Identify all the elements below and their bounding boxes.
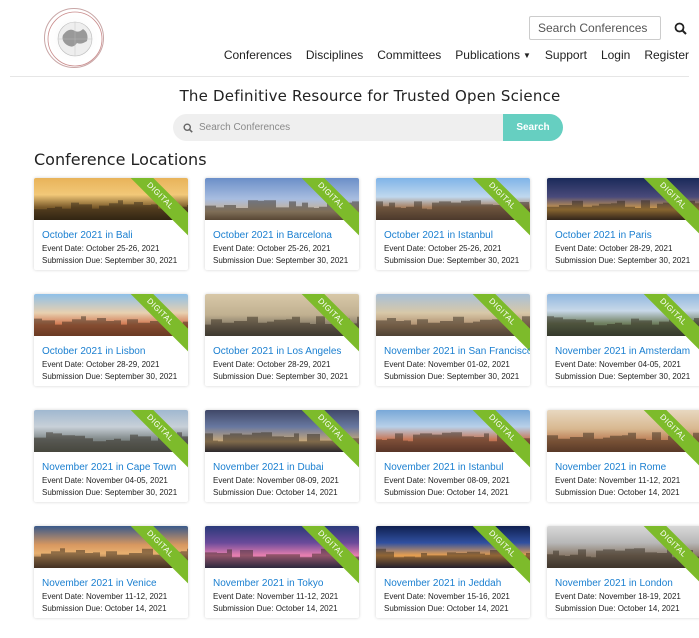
conference-title[interactable]: November 2021 in Dubai bbox=[213, 462, 324, 473]
event-date: Event Date: November 15-16, 2021 bbox=[384, 592, 510, 601]
event-date: Event Date: November 08-09, 2021 bbox=[384, 476, 510, 485]
conference-card[interactable]: DIGITAL November 2021 in Amsterdam Event D… bbox=[547, 294, 699, 386]
submission-due: Submission Due: October 14, 2021 bbox=[213, 604, 338, 613]
conference-card[interactable]: DIGITAL November 2021 in Istanbul Event Da… bbox=[376, 410, 530, 502]
event-date: Event Date: November 04-05, 2021 bbox=[555, 360, 681, 369]
conference-title[interactable]: November 2021 in Istanbul bbox=[384, 462, 504, 473]
conference-card[interactable]: DIGITAL November 2021 in Rome Event Date: … bbox=[547, 410, 699, 502]
submission-due: Submission Due: September 30, 2021 bbox=[555, 256, 691, 265]
submission-due: Submission Due: October 14, 2021 bbox=[555, 604, 680, 613]
nav-register[interactable]: Register bbox=[644, 48, 689, 62]
submission-due: Submission Due: September 30, 2021 bbox=[384, 256, 520, 265]
submission-due: Submission Due: September 30, 2021 bbox=[384, 372, 520, 381]
conference-card[interactable]: DIGITAL November 2021 in Dubai Event Date:… bbox=[205, 410, 359, 502]
event-date: Event Date: November 11-12, 2021 bbox=[42, 592, 168, 601]
nav-disciplines[interactable]: Disciplines bbox=[306, 48, 363, 62]
conference-title[interactable]: November 2021 in Tokyo bbox=[213, 578, 323, 589]
hero-search-input[interactable] bbox=[197, 121, 481, 134]
main-nav: Conferences Disciplines Committees Publi… bbox=[224, 48, 689, 62]
submission-due: Submission Due: September 30, 2021 bbox=[213, 372, 349, 381]
event-date: Event Date: November 08-09, 2021 bbox=[213, 476, 339, 485]
conference-title[interactable]: October 2021 in Lisbon bbox=[42, 346, 145, 357]
hero-search-box bbox=[173, 114, 504, 141]
conference-card[interactable]: DIGITAL November 2021 in Venice Event Date… bbox=[34, 526, 188, 618]
conference-title[interactable]: November 2021 in Amsterdam bbox=[555, 346, 690, 357]
conference-grid: DIGITAL October 2021 in Bali Event Date: O… bbox=[34, 178, 699, 638]
conference-title[interactable]: October 2021 in Paris bbox=[555, 230, 652, 241]
conference-title[interactable]: November 2021 in Venice bbox=[42, 578, 157, 589]
conference-title[interactable]: October 2021 in Istanbul bbox=[384, 230, 493, 241]
event-date: Event Date: October 25-26, 2021 bbox=[42, 244, 160, 253]
conference-card[interactable]: DIGITAL October 2021 in Paris Event Date: … bbox=[547, 178, 699, 270]
conference-card[interactable]: DIGITAL November 2021 in Cape Town Event D… bbox=[34, 410, 188, 502]
nav-publications-label: Publications bbox=[455, 48, 520, 62]
conference-title[interactable]: November 2021 in Cape Town bbox=[42, 462, 176, 473]
submission-due: Submission Due: October 14, 2021 bbox=[213, 488, 338, 497]
conference-card[interactable]: DIGITAL November 2021 in Jeddah Event Date… bbox=[376, 526, 530, 618]
event-date: Event Date: November 11-12, 2021 bbox=[213, 592, 339, 601]
conference-title[interactable]: November 2021 in Jeddah bbox=[384, 578, 501, 589]
submission-due: Submission Due: September 30, 2021 bbox=[555, 372, 691, 381]
event-date: Event Date: October 28-29, 2021 bbox=[42, 360, 160, 369]
header-divider bbox=[10, 76, 689, 77]
event-date: Event Date: October 28-29, 2021 bbox=[555, 244, 673, 253]
conference-card[interactable]: DIGITAL October 2021 in Barcelona Event Da… bbox=[205, 178, 359, 270]
nav-support[interactable]: Support bbox=[545, 48, 587, 62]
submission-due: Submission Due: September 30, 2021 bbox=[42, 256, 178, 265]
conference-card[interactable]: DIGITAL November 2021 in London Event Date… bbox=[547, 526, 699, 618]
event-date: Event Date: November 04-05, 2021 bbox=[42, 476, 168, 485]
conference-card[interactable]: DIGITAL October 2021 in Los Angeles Event … bbox=[205, 294, 359, 386]
search-icon bbox=[183, 122, 193, 133]
search-icon bbox=[674, 22, 687, 35]
page-headline: The Definitive Resource for Trusted Open… bbox=[179, 87, 561, 105]
event-date: Event Date: October 25-26, 2021 bbox=[384, 244, 502, 253]
event-date: Event Date: October 28-29, 2021 bbox=[213, 360, 331, 369]
header-search-button[interactable] bbox=[666, 16, 694, 40]
conference-title[interactable]: November 2021 in London bbox=[555, 578, 673, 589]
submission-due: Submission Due: September 30, 2021 bbox=[213, 256, 349, 265]
section-title: Conference Locations bbox=[34, 150, 207, 169]
conference-title[interactable]: November 2021 in Rome bbox=[555, 462, 666, 473]
nav-conferences[interactable]: Conferences bbox=[224, 48, 292, 62]
conference-title[interactable]: November 2021 in San Francisco bbox=[384, 346, 530, 357]
submission-due: Submission Due: October 14, 2021 bbox=[42, 604, 167, 613]
caret-down-icon: ▼ bbox=[522, 51, 531, 61]
conference-card[interactable]: DIGITAL November 2021 in Tokyo Event Date:… bbox=[205, 526, 359, 618]
submission-due: Submission Due: September 30, 2021 bbox=[42, 488, 178, 497]
event-date: Event Date: November 18-19, 2021 bbox=[555, 592, 681, 601]
site-logo[interactable] bbox=[44, 8, 104, 68]
nav-committees[interactable]: Committees bbox=[377, 48, 441, 62]
submission-due: Submission Due: September 30, 2021 bbox=[42, 372, 178, 381]
hero-search-button[interactable]: Search bbox=[503, 114, 563, 141]
nav-login[interactable]: Login bbox=[601, 48, 630, 62]
submission-due: Submission Due: October 14, 2021 bbox=[384, 488, 509, 497]
conference-title[interactable]: October 2021 in Barcelona bbox=[213, 230, 332, 241]
submission-due: Submission Due: October 14, 2021 bbox=[384, 604, 509, 613]
conference-card[interactable]: DIGITAL November 2021 in San Francisco Eve… bbox=[376, 294, 530, 386]
conference-title[interactable]: October 2021 in Bali bbox=[42, 230, 133, 241]
submission-due: Submission Due: October 14, 2021 bbox=[555, 488, 680, 497]
conference-title[interactable]: October 2021 in Los Angeles bbox=[213, 346, 341, 357]
event-date: Event Date: November 11-12, 2021 bbox=[555, 476, 681, 485]
globe-icon bbox=[47, 11, 103, 67]
conference-card[interactable]: DIGITAL October 2021 in Bali Event Date: O… bbox=[34, 178, 188, 270]
event-date: Event Date: November 01-02, 2021 bbox=[384, 360, 510, 369]
event-date: Event Date: October 25-26, 2021 bbox=[213, 244, 331, 253]
conference-card[interactable]: DIGITAL October 2021 in Lisbon Event Date:… bbox=[34, 294, 188, 386]
nav-publications[interactable]: Publications ▼ bbox=[455, 48, 531, 62]
header-search-input[interactable] bbox=[529, 16, 661, 40]
conference-card[interactable]: DIGITAL October 2021 in Istanbul Event Dat… bbox=[376, 178, 530, 270]
